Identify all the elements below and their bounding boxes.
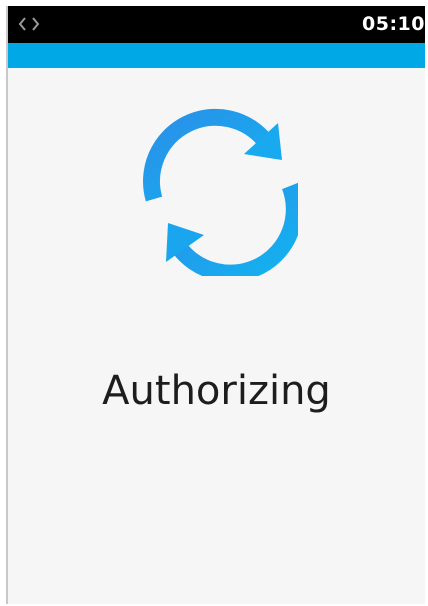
status-text: Authorizing	[102, 368, 331, 414]
device-screen: 05:10 Authorizing	[6, 6, 425, 604]
clock: 05:10	[362, 13, 425, 35]
sync-icon	[138, 106, 303, 282]
accent-bar	[8, 43, 425, 68]
double-arrow-icon	[18, 15, 40, 33]
status-bar: 05:10	[8, 6, 425, 43]
